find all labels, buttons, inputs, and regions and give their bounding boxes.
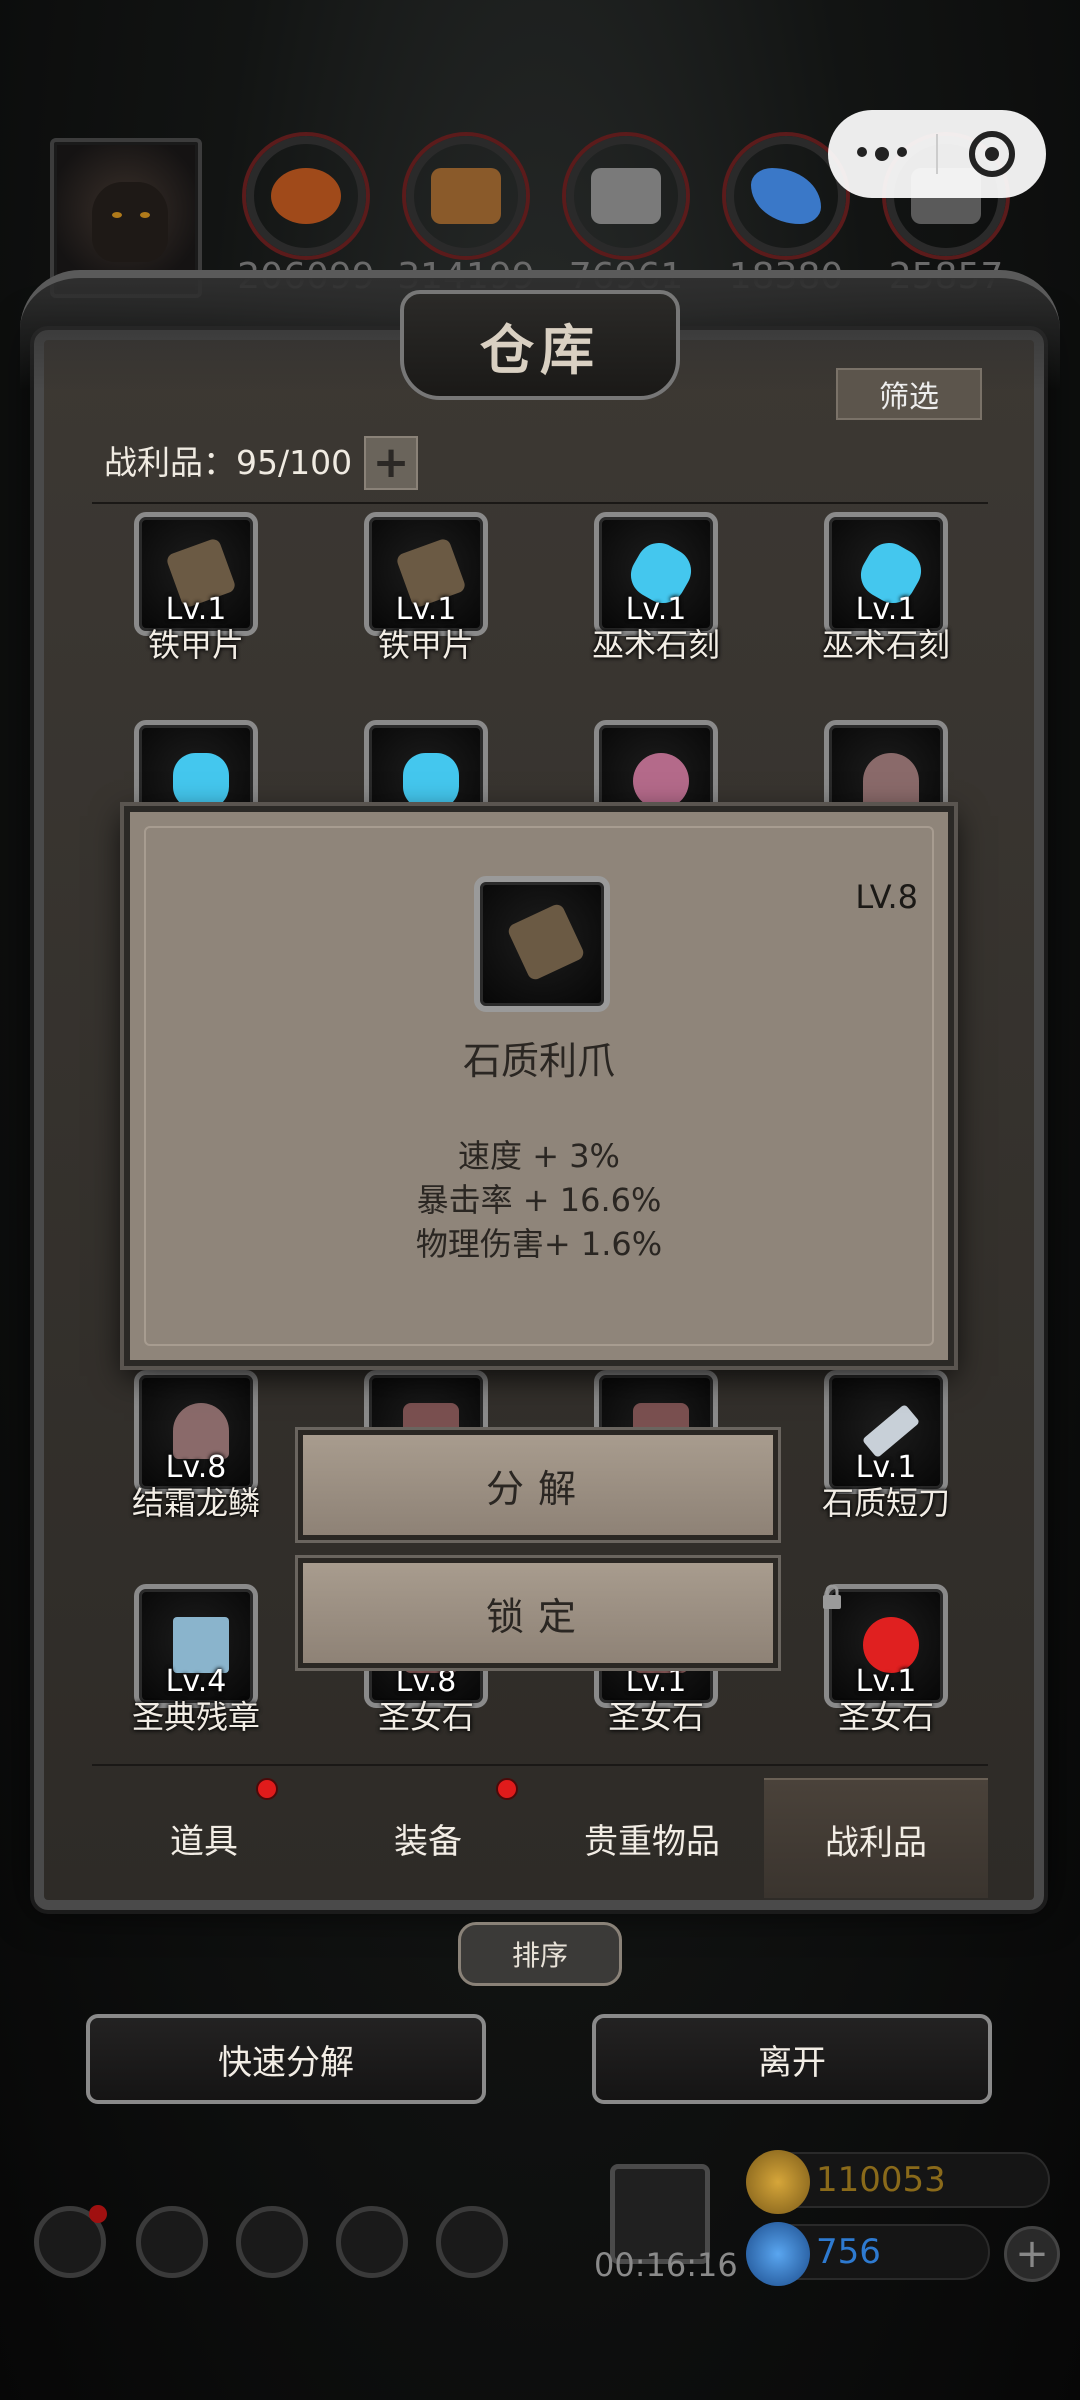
mail-icon[interactable]	[336, 2206, 408, 2278]
scale-icon	[863, 753, 919, 809]
gold-counter: 110053	[746, 2150, 1050, 2214]
item-name: 铁甲片	[377, 626, 474, 664]
gem-icon	[746, 2222, 810, 2286]
gem-counter: 756	[746, 2222, 990, 2286]
add-currency-button[interactable]: +	[1004, 2226, 1060, 2282]
loot-capacity: 战利品：95/100	[104, 443, 353, 482]
item-name: 铁甲片	[147, 626, 244, 664]
item-name: 圣女石	[607, 1698, 704, 1736]
page-title: 仓库	[480, 317, 600, 382]
item-detail-stats: 速度 + 3% 暴击率 + 16.6% 物理伤害+ 1.6%	[130, 1134, 948, 1266]
tab-label: 贵重物品	[584, 1821, 720, 1862]
gold-value: 110053	[816, 2160, 946, 2200]
stat-line: 物理伤害+ 1.6%	[415, 1225, 663, 1263]
item-name: 圣女石	[377, 1698, 474, 1736]
item-name: 巫术石刻	[821, 626, 950, 664]
decompose-button[interactable]: 分解	[298, 1430, 778, 1540]
inventory-item[interactable]: Lv.1 巫术石刻	[774, 512, 994, 664]
close-miniprogram-icon[interactable]	[938, 131, 1046, 177]
tab-label: 装备	[394, 1821, 462, 1862]
castle-icon[interactable]	[236, 2206, 308, 2278]
item-detail-modal: LV.8 石质利爪 速度 + 3% 暴击率 + 16.6% 物理伤害+ 1.6%	[124, 806, 954, 1366]
item-detail-level: LV.8	[855, 878, 918, 916]
inventory-item[interactable]: Lv.1 巫术石刻	[544, 512, 764, 664]
settings-gear-icon[interactable]	[34, 2205, 107, 2278]
more-menu-icon[interactable]	[828, 147, 936, 161]
rune-stone-icon	[403, 753, 459, 809]
item-name: 圣女石	[837, 1698, 934, 1736]
orb-icon	[633, 753, 689, 809]
stat-line: 暴击率 + 16.6%	[416, 1181, 662, 1219]
lantern-resource-icon[interactable]	[246, 136, 366, 256]
item-name: 圣典残章	[131, 1698, 260, 1736]
sort-button[interactable]: 排序	[458, 1922, 622, 1986]
avatar-eye-left	[112, 212, 122, 218]
inventory-item[interactable]: Lv.1 圣女石	[774, 1584, 994, 1736]
emblem-icon[interactable]	[436, 2206, 508, 2278]
miniprogram-capsule	[828, 110, 1046, 198]
wood-resource-icon[interactable]	[406, 136, 526, 256]
notification-dot	[256, 1778, 278, 1800]
gem-value: 756	[816, 2232, 881, 2272]
rune-stone-icon	[173, 753, 229, 809]
item-detail-name: 石质利爪	[462, 1039, 615, 1083]
inventory-item[interactable]: Lv.8 结霜龙鳞	[84, 1370, 304, 1522]
avatar-eye-right	[140, 212, 150, 218]
stat-line: 速度 + 3%	[458, 1137, 620, 1175]
lock-button[interactable]: 锁定	[298, 1558, 778, 1668]
item-name: 结霜龙鳞	[131, 1484, 260, 1522]
tab-label: 道具	[170, 1821, 238, 1862]
title-plate: 仓库	[400, 290, 680, 400]
category-tabs: 道具 装备 贵重物品 战利品	[92, 1778, 988, 1898]
tab-label: 战利品	[825, 1822, 927, 1863]
inventory-item[interactable]: Lv.4 圣典残章	[84, 1584, 304, 1736]
tab-items[interactable]: 道具	[92, 1778, 316, 1898]
gold-coin-icon	[746, 2150, 810, 2214]
inventory-item[interactable]: Lv.1 铁甲片	[84, 512, 304, 664]
gift-timer: 00:16:16	[594, 2246, 738, 2284]
notification-dot	[496, 1778, 518, 1800]
leave-button[interactable]: 离开	[592, 2014, 992, 2104]
star-icon[interactable]	[136, 2206, 208, 2278]
divider	[92, 502, 988, 504]
demon-portrait-icon	[92, 182, 168, 262]
tab-valuables[interactable]: 贵重物品	[540, 1778, 764, 1898]
filter-button[interactable]: 筛选	[836, 368, 982, 420]
stone-resource-icon[interactable]	[566, 136, 686, 256]
quick-decompose-button[interactable]: 快速分解	[86, 2014, 486, 2104]
expand-capacity-button[interactable]: +	[364, 436, 418, 490]
tab-loot[interactable]: 战利品	[764, 1778, 988, 1898]
tab-equipment[interactable]: 装备	[316, 1778, 540, 1898]
inventory-item[interactable]: Lv.1 铁甲片	[314, 512, 534, 664]
inventory-item[interactable]: Lv.1 石质短刀	[774, 1370, 994, 1522]
item-name: 石质短刀	[821, 1484, 950, 1522]
item-name: 巫术石刻	[591, 626, 720, 664]
divider	[92, 1764, 988, 1766]
stone-claw-icon	[506, 902, 586, 982]
item-detail-slot	[474, 876, 610, 1012]
lock-icon	[823, 1584, 841, 1609]
